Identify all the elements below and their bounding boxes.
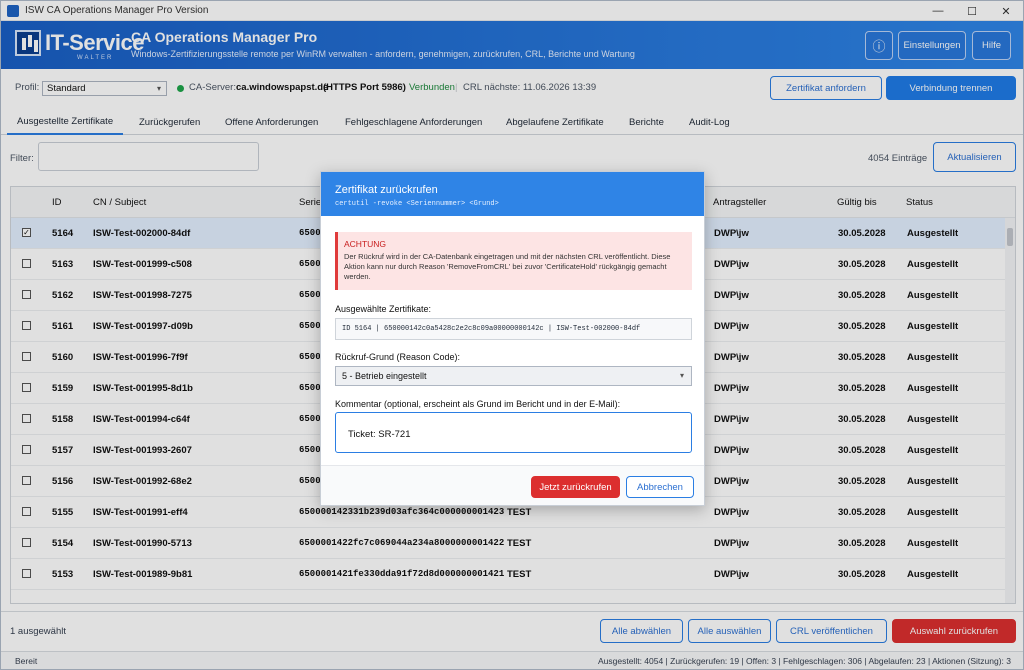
dialog-header: Zertifikat zurückrufen certutil -revoke … <box>321 172 704 216</box>
revoke-dialog: Zertifikat zurückrufen certutil -revoke … <box>320 171 705 506</box>
reason-label: Rückruf-Grund (Reason Code): <box>335 352 461 362</box>
revoke-now-button[interactable]: Jetzt zurückrufen <box>531 476 620 498</box>
warning-box: ACHTUNG Der Rückruf wird in der CA-Daten… <box>335 232 692 290</box>
comment-value: Ticket: SR-721 <box>348 429 411 440</box>
warning-title: ACHTUNG <box>344 239 387 249</box>
selected-certs-value: ID 5164 | 650000142c0a5428c2e2c8c09a0000… <box>335 318 692 340</box>
dialog-footer: Jetzt zurückrufen Abbrechen <box>321 465 704 505</box>
cancel-button[interactable]: Abbrechen <box>626 476 694 498</box>
app-window: ISW CA Operations Manager Pro Version — … <box>0 0 1024 670</box>
dialog-title: Zertifikat zurückrufen <box>335 184 438 196</box>
reason-select[interactable]: 5 - Betrieb eingestellt ▾ <box>335 366 692 386</box>
warning-text: Der Rückruf wird in der CA-Datenbank ein… <box>344 252 671 281</box>
comment-label: Kommentar (optional, erscheint als Grund… <box>335 399 621 409</box>
dialog-command: certutil -revoke <Seriennummer> <Grund> <box>335 200 499 208</box>
comment-input[interactable]: Ticket: SR-721 <box>335 412 692 453</box>
reason-value: 5 - Betrieb eingestellt <box>342 371 427 381</box>
selected-certs-label: Ausgewählte Zertifikate: <box>335 304 432 314</box>
chevron-down-icon: ▾ <box>679 371 684 380</box>
